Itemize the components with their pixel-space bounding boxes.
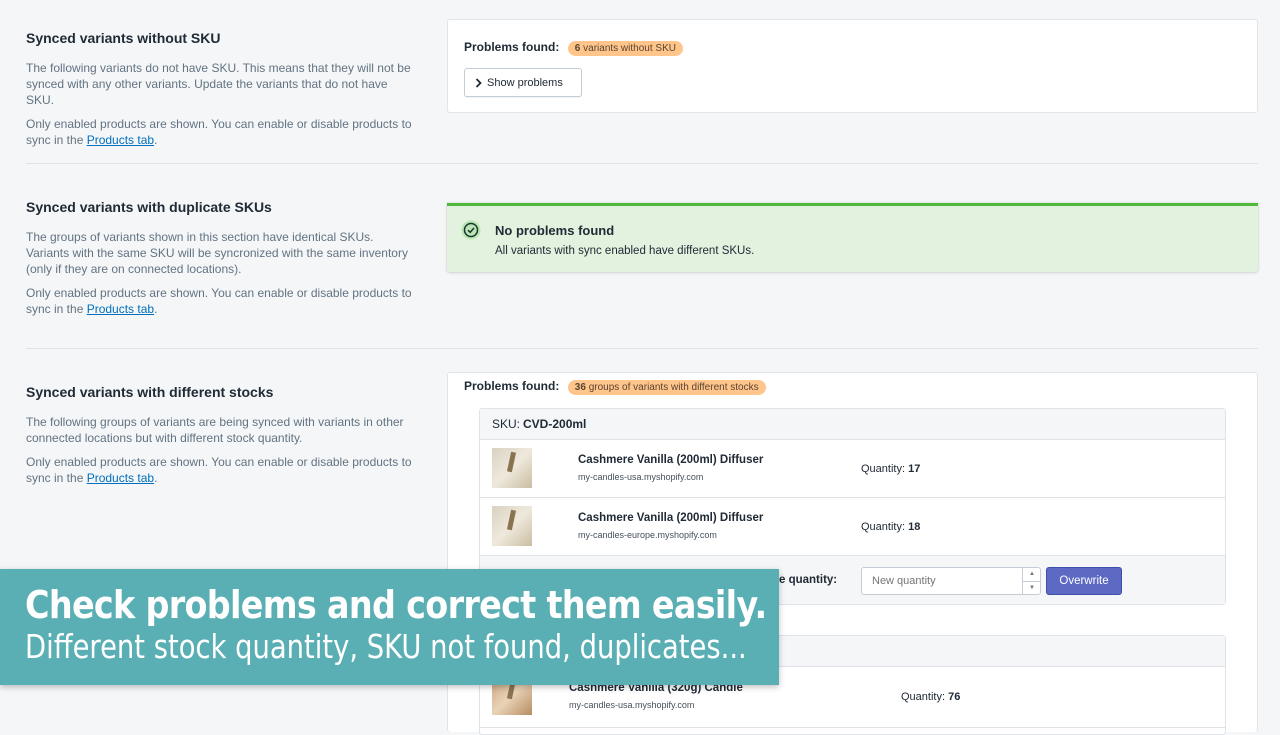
variant-row: Cashmere Vanilla (200ml) Diffuser my-can… [480,440,1225,498]
problems-found-label: Problems found: [464,40,560,54]
promo-headline: Check problems and correct them easily. [25,583,767,627]
quantity: Quantity: 18 [861,521,921,533]
section-text: The following groups of variants are bei… [26,415,404,445]
promo-banner: Check problems and correct them easily. … [0,569,779,685]
stepper-down-icon[interactable]: ▼ [1023,582,1041,595]
new-quantity-input[interactable] [861,567,1041,595]
promo-subline: Different stock quantity, SKU not found,… [25,627,747,666]
show-problems-button[interactable]: Show problems [464,68,582,97]
section-divider [26,348,1258,349]
sku-group-header: SKU: CVD-200ml [480,409,1225,440]
section-note: Only enabled products are shown. You can… [26,455,412,485]
problems-badge: 36 groups of variants with different sto… [567,380,766,395]
show-problems-label: Show problems [487,76,563,89]
products-tab-link[interactable]: Products tab [87,302,154,316]
chevron-right-icon [475,77,482,88]
overwrite-button[interactable]: Overwrite [1046,567,1122,595]
section-note: Only enabled products are shown. You can… [26,117,412,147]
problems-found-label: Problems found: [464,379,560,393]
quantity-stepper[interactable]: ▲ ▼ [1022,568,1041,594]
check-circle-icon [461,220,481,240]
section-no-sku-description: Synced variants without SKU The followin… [26,29,418,148]
product-name: Cashmere Vanilla (200ml) Diffuser [578,454,764,466]
section-duplicates-description: Synced variants with duplicate SKUs The … [26,198,418,317]
store-domain: my-candles-usa.myshopify.com [578,472,704,482]
problems-badge: 6 variants without SKU [567,41,683,56]
quantity: Quantity: 17 [861,463,921,475]
stepper-up-icon[interactable]: ▲ [1023,568,1041,582]
section-divider [26,163,1258,164]
sku-value: CVD-200ml [523,417,587,431]
section-text: The groups of variants shown in this sec… [26,230,408,276]
section-text: The following variants do not have SKU. … [26,61,411,107]
section-title: Synced variants without SKU [26,30,221,46]
product-name: Cashmere Vanilla (200ml) Diffuser [578,512,764,524]
no-problems-title: No problems found [495,223,615,238]
quantity: Quantity: 76 [901,691,961,703]
variant-row: Cashmere Vanilla (200ml) Diffuser my-can… [480,498,1225,556]
product-thumbnail [492,448,532,488]
problems-found-line: Problems found: 6 variants without SKU [464,38,683,56]
sku-label: SKU: [492,417,521,431]
products-tab-link[interactable]: Products tab [87,133,154,147]
store-domain: my-candles-usa.myshopify.com [569,700,695,710]
problems-found-line: Problems found: 36 groups of variants wi… [464,377,766,395]
products-tab-link[interactable]: Products tab [87,471,154,485]
no-sku-card: Problems found: 6 variants without SKU S… [447,19,1258,113]
section-note: Only enabled products are shown. You can… [26,286,412,316]
section-title: Synced variants with different stocks [26,384,274,400]
no-problems-banner: No problems found All variants with sync… [447,203,1258,272]
product-thumbnail [492,506,532,546]
overwrite-label: e quantity: [779,574,838,586]
store-domain: my-candles-europe.myshopify.com [578,530,717,540]
no-problems-text: All variants with sync enabled have diff… [495,245,755,257]
section-stocks-description: Synced variants with different stocks Th… [26,383,418,486]
section-title: Synced variants with duplicate SKUs [26,199,272,215]
